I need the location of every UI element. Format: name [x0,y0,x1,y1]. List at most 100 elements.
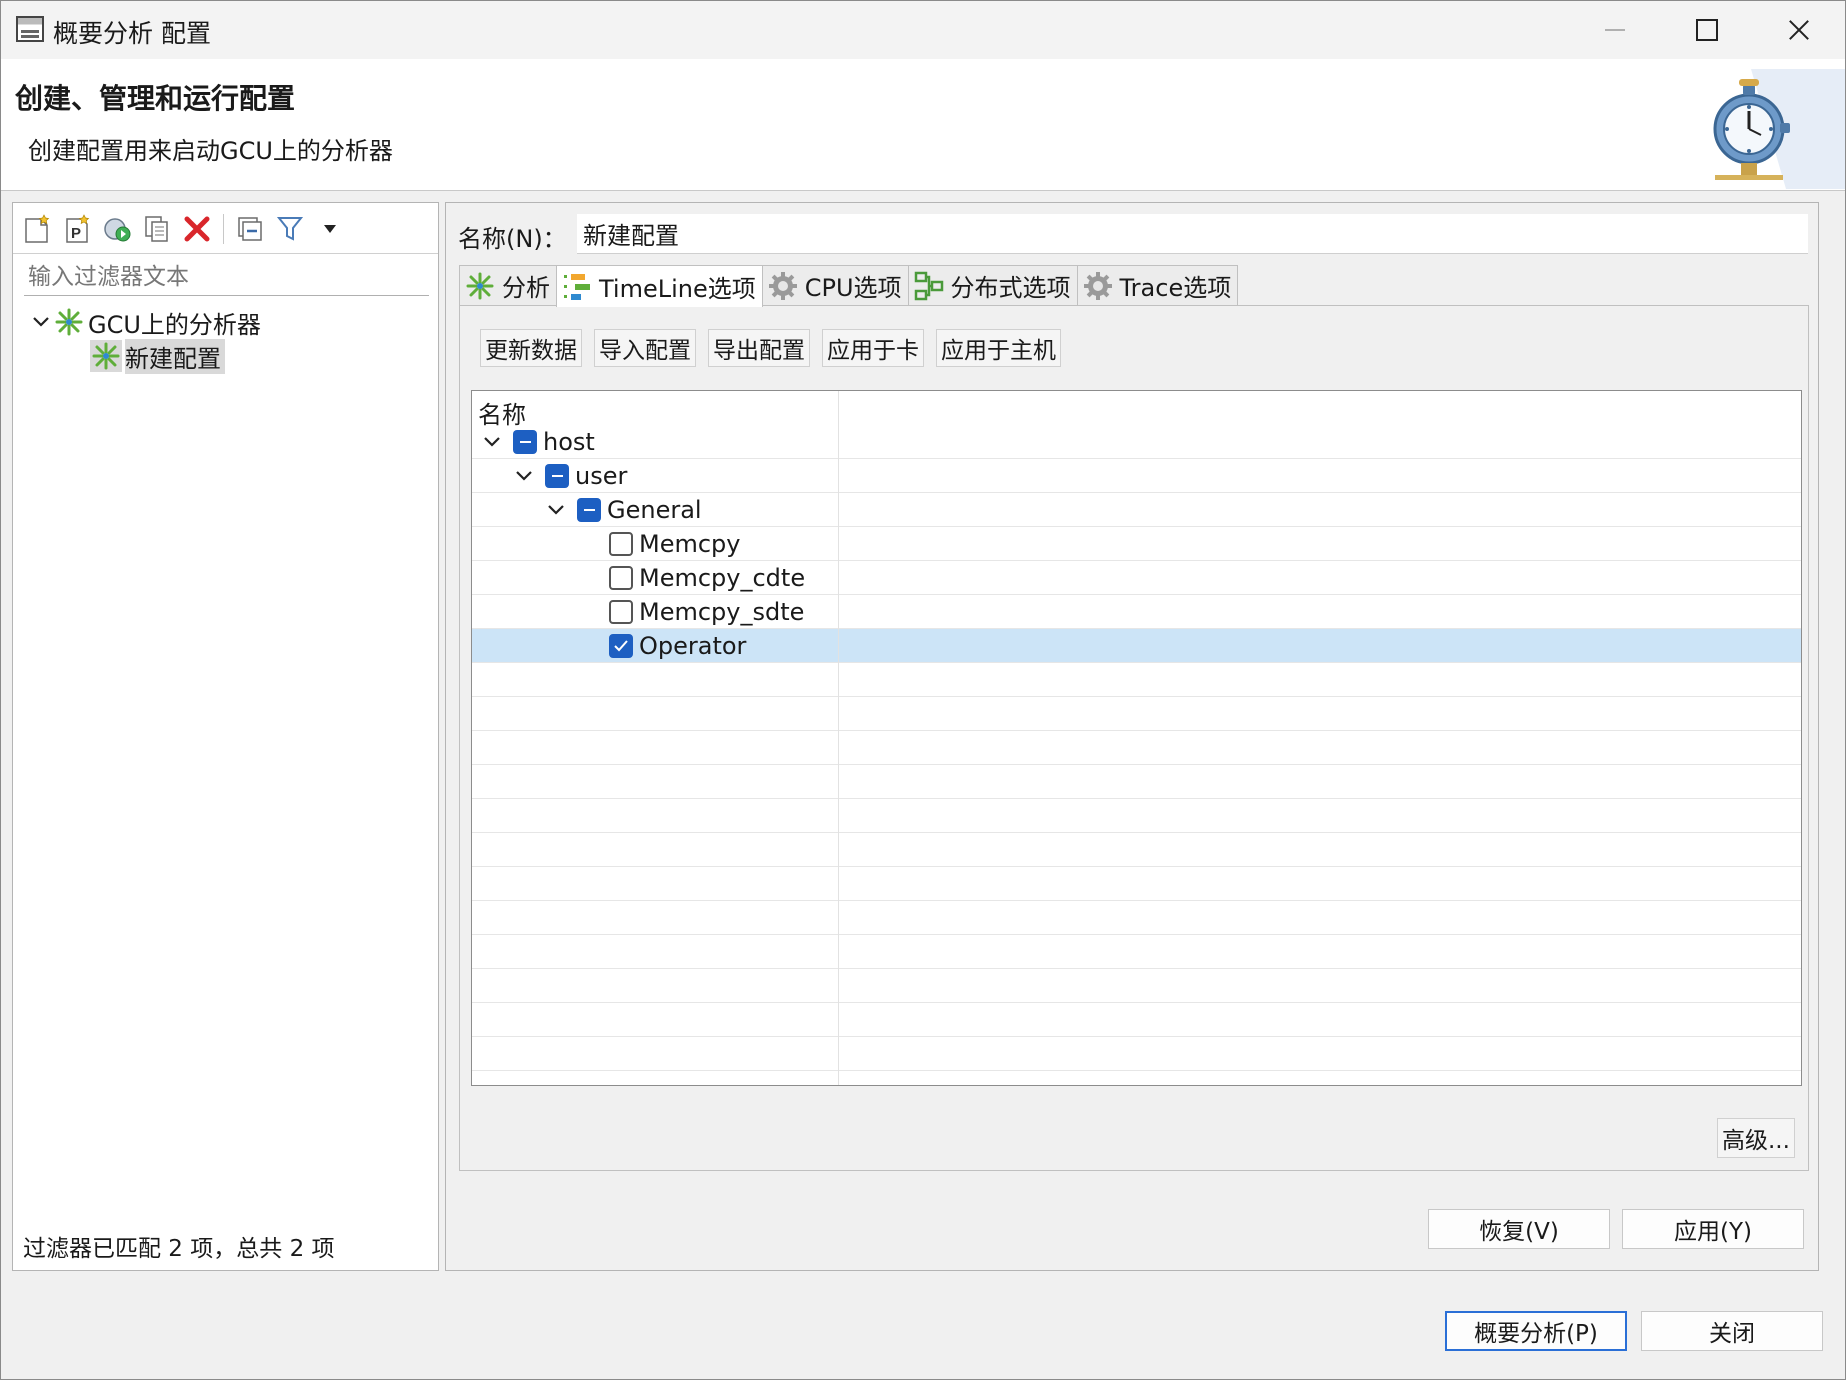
unchecked-checkbox[interactable] [609,566,633,590]
advanced-button[interactable]: 高级... [1717,1118,1795,1158]
timeline-tab-content: 更新数据 导入配置 导出配置 应用于卡 应用于主机 名称 host user G… [459,305,1809,1171]
svg-text:P: P [71,225,81,242]
column-divider[interactable] [838,391,839,1085]
configuration-list-panel: P 输入过滤器文本 GCU上的分析器 新建配置 过滤器已匹配 2 项，总共 2 … [12,202,439,1271]
chevron-down-icon[interactable] [480,430,504,454]
collapse-all-icon[interactable] [234,213,266,245]
timeline-action-buttons: 更新数据 导入配置 导出配置 应用于卡 应用于主机 [480,329,1061,367]
close-button[interactable]: 关闭 [1641,1311,1823,1351]
new-configuration-icon[interactable] [21,213,53,245]
profiler-icon [90,340,122,372]
table-row-empty [472,867,1801,901]
tab-label: TimeLine选项 [599,275,756,303]
table-row-empty [472,1003,1801,1037]
table-row[interactable]: General [472,493,1801,527]
view-menu-dropdown-icon[interactable] [314,213,346,245]
export-configuration-icon[interactable] [101,213,133,245]
import-config-button[interactable]: 导入配置 [594,329,696,367]
app-window-icon [16,16,44,42]
name-label: 名称(N)： [458,225,567,253]
partial-checkbox[interactable] [577,498,601,522]
apply-to-card-button[interactable]: 应用于卡 [822,329,924,367]
table-row[interactable]: user [472,459,1801,493]
tree-node-label: GCU上的分析器 [88,310,261,339]
chevron-down-icon[interactable] [512,464,536,488]
row-label: Memcpy_cdte [639,564,806,592]
minimize-button[interactable] [1569,1,1661,59]
title-bar: 概要分析 配置 [1,1,1845,59]
partial-checkbox[interactable] [513,430,537,454]
tab-analysis[interactable]: 分析 [459,265,557,305]
table-row-empty [472,935,1801,969]
tree-node-new-configuration[interactable]: 新建配置 [90,338,225,374]
gear-icon [1083,271,1112,300]
table-row[interactable]: Memcpy_sdte [472,595,1801,629]
row-label: Memcpy [639,530,741,558]
apply-to-host-button[interactable]: 应用于主机 [936,329,1061,367]
chevron-down-icon[interactable] [544,498,568,522]
toolbar-divider [13,253,438,254]
banner-title: 创建、管理和运行配置 [15,82,296,115]
table-row[interactable]: Memcpy_cdte [472,561,1801,595]
configuration-name-input[interactable] [577,214,1808,254]
row-label: Operator [639,632,747,660]
maximize-button[interactable] [1661,1,1753,59]
profiler-icon [466,272,494,299]
close-window-button[interactable] [1753,1,1845,59]
timeline-event-tree: 名称 host user General Memcpy Memcpy_cdte … [471,390,1802,1086]
table-row-empty [472,969,1801,1003]
unchecked-checkbox[interactable] [609,532,633,556]
stopwatch-icon [1713,69,1845,189]
table-row-empty [472,731,1801,765]
table-row[interactable]: host [472,425,1801,459]
refresh-data-button[interactable]: 更新数据 [480,329,582,367]
tree-node-gcu-profiler[interactable]: GCU上的分析器 [29,305,261,339]
delete-configuration-icon[interactable] [181,213,213,245]
window-title: 概要分析 配置 [53,19,211,48]
banner-subtitle: 创建配置用来启动GCU上的分析器 [28,137,393,165]
filter-input[interactable] [24,258,429,296]
partial-checkbox[interactable] [545,464,569,488]
chevron-down-icon[interactable] [29,310,53,334]
table-row-empty [472,833,1801,867]
profiler-icon [55,308,83,336]
header-banner: 创建、管理和运行配置 创建配置用来启动GCU上的分析器 [1,59,1845,191]
toolbar-separator [223,214,224,244]
row-label: host [543,428,595,456]
revert-button[interactable]: 恢复(V) [1428,1209,1610,1249]
unchecked-checkbox[interactable] [609,600,633,624]
tab-distributed-options[interactable]: 分布式选项 [907,265,1078,305]
tab-label: CPU选项 [804,274,902,302]
filter-status-text: 过滤器已匹配 2 项，总共 2 项 [23,1236,335,1262]
launch-configurations-dialog: 概要分析 配置 创建、管理和运行配置 创建配置用来启动GCU上的分析器 P 输入… [0,0,1846,1380]
table-row-empty [472,799,1801,833]
timeline-icon [564,273,590,300]
table-row-empty [472,765,1801,799]
tree-node-label: 新建配置 [125,338,225,374]
tab-trace-options[interactable]: Trace选项 [1076,265,1239,305]
tab-label: 分析 [502,274,550,302]
export-config-button[interactable]: 导出配置 [708,329,810,367]
tab-timeline[interactable]: TimeLine选项 [556,265,763,307]
apply-button[interactable]: 应用(Y) [1622,1209,1804,1249]
config-toolbar: P [21,209,346,249]
tab-label: 分布式选项 [950,274,1071,302]
table-row-empty [472,697,1801,731]
profile-button[interactable]: 概要分析(P) [1445,1311,1627,1351]
options-tabs: 分析 TimeLine选项 CPU选项 分布式选项 Trace选项 [459,265,1239,307]
tab-cpu-options[interactable]: CPU选项 [761,265,909,305]
table-row-empty [472,901,1801,935]
new-prototype-icon[interactable]: P [61,213,93,245]
distributed-icon [914,271,943,300]
tab-label: Trace选项 [1119,274,1232,302]
configuration-editor-panel: 名称(N)： 分析 TimeLine选项 CPU选项 分布式选项 Trace选项 [445,202,1819,1271]
duplicate-configuration-icon[interactable] [141,213,173,245]
checked-checkbox[interactable] [609,634,633,658]
row-label: user [575,462,628,490]
table-row-empty [472,663,1801,697]
row-label: Memcpy_sdte [639,598,805,626]
row-label: General [607,496,702,524]
table-row-selected[interactable]: Operator [472,629,1801,663]
filter-icon[interactable] [274,213,306,245]
table-row[interactable]: Memcpy [472,527,1801,561]
